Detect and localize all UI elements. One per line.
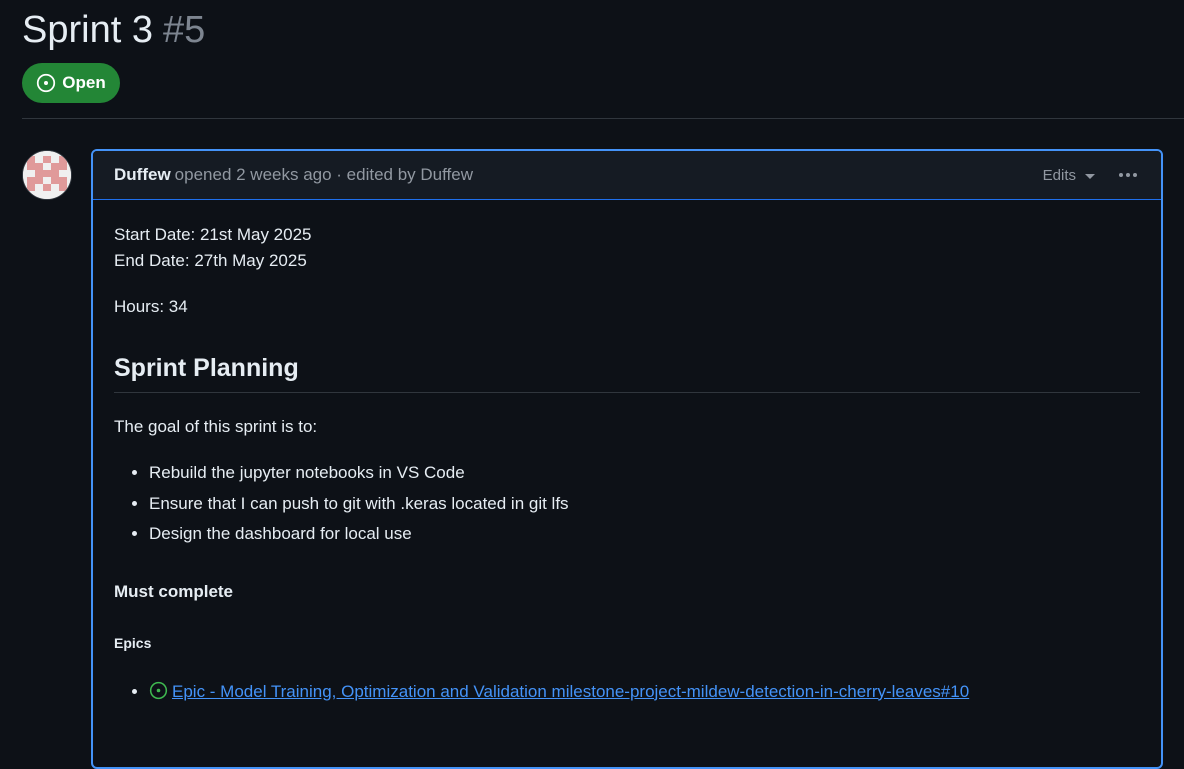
issue-state-label: Open (62, 73, 106, 92)
issue-number: #5 (162, 9, 206, 51)
issue-state-badge[interactable]: Open (22, 63, 120, 103)
comment-author-link[interactable]: Duffew (114, 165, 171, 185)
epics-list: Epic - Model Training, Optimization and … (114, 677, 1140, 708)
list-item: Ensure that I can push to git with .kera… (149, 489, 1140, 520)
start-date-text: Start Date: 21st May 2025 (114, 225, 312, 244)
edits-label: Edits (1042, 166, 1076, 184)
must-complete-heading: Must complete (114, 581, 234, 601)
avatar[interactable] (22, 150, 72, 200)
issue-title: Sprint 3 (22, 9, 153, 51)
identicon-avatar (23, 151, 71, 199)
end-date-text: End Date: 27th May 2025 (114, 251, 307, 270)
kebab-horizontal-icon[interactable] (1119, 173, 1137, 177)
comment-meta: opened 2 weeks ago · edited by Duffew (174, 165, 474, 184)
header-divider (22, 118, 1184, 119)
list-item: Design the dashboard for local use (149, 519, 1140, 550)
list-item: Epic - Model Training, Optimization and … (149, 677, 1140, 708)
issue-opened-icon (37, 73, 56, 93)
issue-comment: Duffew opened 2 weeks ago · edited by Du… (91, 149, 1163, 769)
chevron-down-icon (1085, 173, 1095, 179)
issue-title-row: Sprint 3 #5 (22, 6, 205, 54)
epics-heading: Epics (114, 634, 152, 651)
comment-header: Duffew opened 2 weeks ago · edited by Du… (93, 151, 1161, 200)
goals-list: Rebuild the jupyter notebooks in VS Code… (114, 458, 1140, 550)
goal-intro-text: The goal of this sprint is to: (114, 417, 318, 436)
epic-issue-link[interactable]: Epic - Model Training, Optimization and … (172, 682, 969, 701)
edits-dropdown-button[interactable]: Edits (1043, 167, 1095, 184)
hours-text: Hours: 34 (114, 297, 188, 316)
sprint-planning-heading: Sprint Planning (114, 352, 1140, 393)
issue-opened-icon (149, 681, 168, 699)
comment-body: Start Date: 21st May 2025 End Date: 27th… (93, 200, 1161, 707)
list-item: Rebuild the jupyter notebooks in VS Code (149, 458, 1140, 489)
